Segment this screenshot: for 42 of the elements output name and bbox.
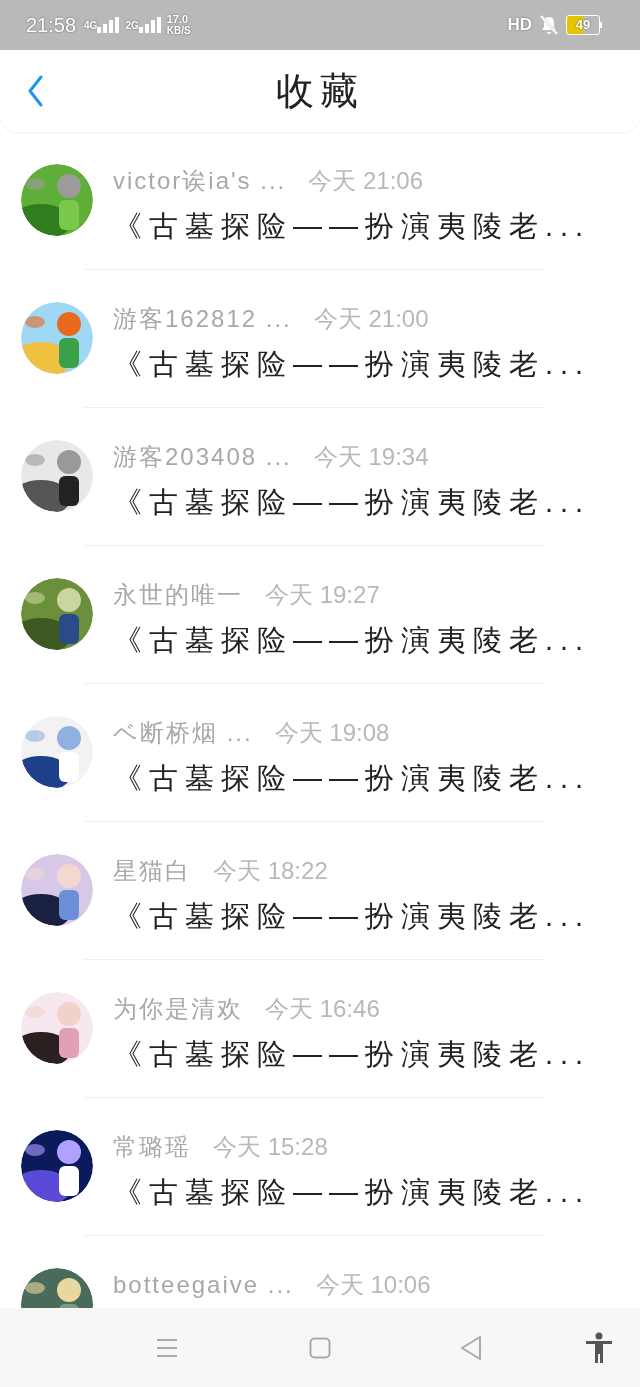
accessibility-icon[interactable]	[585, 1331, 613, 1364]
story-title[interactable]: 《古墓探险——扮演夷陵老...	[113, 895, 591, 939]
timestamp: 今天 18:22	[213, 856, 328, 886]
signal-icon	[138, 17, 161, 33]
timestamp: 今天 21:06	[308, 166, 423, 196]
user-name: 为你是清欢	[113, 994, 243, 1024]
user-name: victor诶ia's ...	[113, 166, 287, 196]
home-icon[interactable]	[309, 1336, 331, 1359]
user-name: 游客203408 ...	[113, 442, 292, 472]
battery-level: 49	[566, 15, 600, 35]
signal-icon	[97, 17, 120, 33]
timestamp: 今天 15:28	[213, 1132, 328, 1162]
timestamp: 今天 16:46	[265, 994, 380, 1024]
network-speed: 17.0	[166, 14, 190, 25]
story-title[interactable]: 《古墓探险——扮演夷陵老...	[113, 1033, 591, 1077]
user-name: ベ断桥烟 ...	[113, 718, 253, 748]
back-icon	[26, 74, 44, 108]
user-name: 永世的唯一	[113, 580, 243, 610]
user-name: 常璐瑶	[113, 1132, 191, 1162]
page-title: 收藏	[276, 68, 364, 114]
story-title[interactable]: 《古墓探险——扮演夷陵老...	[113, 1171, 591, 1215]
timestamp: 今天 19:08	[274, 718, 390, 748]
story-title[interactable]: 《古墓探险——扮演夷陵老...	[113, 619, 591, 663]
hd-label: HD	[507, 14, 532, 37]
story-title[interactable]: 《古墓探险——扮演夷陵老...	[113, 481, 591, 525]
user-name: 游客162812 ...	[113, 304, 292, 334]
user-name: 星猫白	[113, 856, 191, 886]
timestamp: 今天 21:00	[313, 304, 429, 334]
network-label: 2G	[125, 18, 139, 33]
story-title[interactable]: 《古墓探险——扮演夷陵老...	[113, 757, 591, 801]
speed-unit: KB/S	[166, 25, 191, 36]
user-name: botteegaive ...	[113, 1270, 294, 1300]
network-label: 4G	[84, 18, 98, 33]
timestamp: 今天 19:27	[265, 580, 380, 610]
timestamp: 今天 10:06	[315, 1270, 431, 1300]
timestamp: 今天 19:34	[313, 442, 429, 472]
menu-icon[interactable]	[155, 1336, 179, 1359]
story-title[interactable]: 《古墓探险——扮演夷陵老...	[113, 205, 591, 249]
mute-bell-icon	[540, 15, 558, 35]
back-triangle-icon[interactable]	[459, 1334, 483, 1361]
story-title[interactable]: 《古墓探险——扮演夷陵老...	[113, 343, 591, 387]
status-time: 21:58	[26, 13, 77, 38]
